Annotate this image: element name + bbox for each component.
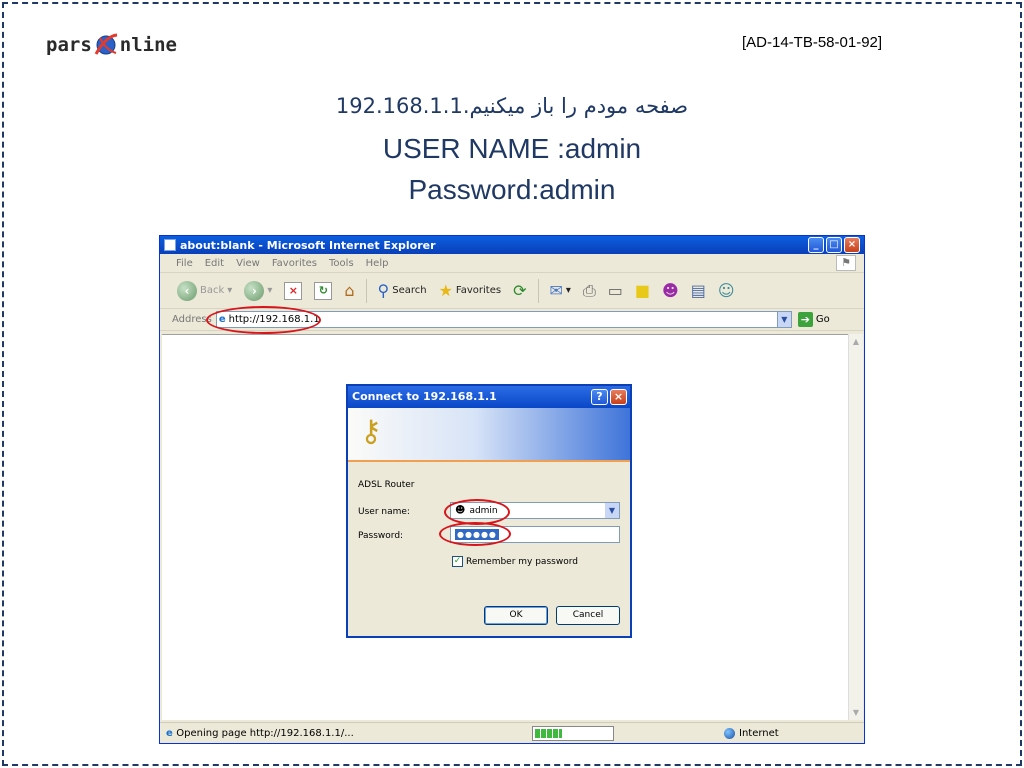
stop-icon: × xyxy=(284,281,303,300)
loading-progress xyxy=(532,725,614,741)
back-arrow-icon: ‹ xyxy=(177,280,197,301)
username-label: User name: xyxy=(358,507,410,517)
ie-page-icon: e xyxy=(166,727,177,739)
history-button[interactable]: ⟳ xyxy=(510,277,529,305)
toolbar-separator xyxy=(365,278,367,303)
menu-file[interactable]: File xyxy=(176,258,193,269)
realm-label: ADSL Router xyxy=(358,480,415,490)
dialog-close-button[interactable]: × xyxy=(610,389,627,405)
globe-icon xyxy=(724,727,735,739)
discuss-button[interactable]: ■ xyxy=(632,277,653,305)
search-button[interactable]: ⚲ Search xyxy=(375,277,430,305)
go-button[interactable]: ➔ Go xyxy=(797,312,830,327)
address-highlight-ellipse xyxy=(206,306,321,334)
mail-icon: ✉ xyxy=(549,280,563,300)
standard-toolbar: ‹ Back ▾ › ▾ × ↻ ⌂ ⚲ Search ★ Favorites … xyxy=(160,273,864,309)
checkmark-icon: ✓ xyxy=(452,556,463,567)
status-text: e Opening page http://192.168.1.1/... xyxy=(160,728,532,739)
research-button[interactable]: ▤ xyxy=(688,277,709,305)
refresh-button[interactable]: ↻ xyxy=(311,277,335,305)
status-bar: e Opening page http://192.168.1.1/... In… xyxy=(160,722,864,743)
help-button[interactable]: ? xyxy=(591,389,608,405)
security-zone: Internet xyxy=(724,727,779,739)
chevron-down-icon[interactable]: ▼ xyxy=(776,312,791,327)
contacts-icon: ☺ xyxy=(717,280,735,300)
chevron-down-icon: ▾ xyxy=(267,285,273,296)
research-icon: ▤ xyxy=(690,280,706,300)
favorites-label: Favorites xyxy=(455,285,502,296)
print-icon: ⎙ xyxy=(582,280,596,300)
go-label: Go xyxy=(815,314,830,325)
go-arrow-icon: ➔ xyxy=(797,312,813,327)
chevron-down-icon: ▾ xyxy=(565,285,571,296)
menu-bar: File Edit View Favorites Tools Help ⚑ xyxy=(160,254,864,273)
edit-button[interactable]: ▭ xyxy=(605,277,626,305)
dialog-titlebar: Connect to 192.168.1.1 ? × xyxy=(348,386,630,408)
menu-edit[interactable]: Edit xyxy=(205,258,224,269)
menu-help[interactable]: Help xyxy=(366,258,389,269)
home-icon: ⌂ xyxy=(344,280,355,300)
home-button[interactable]: ⌂ xyxy=(341,277,357,305)
menu-view[interactable]: View xyxy=(236,258,260,269)
instruction-username: USER NAME :admin xyxy=(382,133,642,164)
dialog-title: Connect to 192.168.1.1 xyxy=(352,390,497,403)
parsonline-logo: pars nline xyxy=(46,30,177,60)
instruction-persian: صفحه مودم را باز میکنیم.192.168.1.1 xyxy=(335,94,689,118)
forward-arrow-icon: › xyxy=(244,280,265,301)
messenger-button[interactable]: ☻ xyxy=(659,277,682,305)
password-label: Password: xyxy=(358,531,404,541)
back-button[interactable]: ‹ Back ▾ xyxy=(174,277,235,305)
instruction-password: Password:admin xyxy=(408,174,616,205)
dialog-body: ADSL Router User name: ☻ admin ▼ Passwor… xyxy=(348,462,630,640)
contacts-button[interactable]: ☺ xyxy=(715,277,738,305)
close-button[interactable]: × xyxy=(844,237,860,253)
print-button[interactable]: ⎙ xyxy=(580,277,599,305)
globe-logo-icon xyxy=(93,32,119,58)
back-label: Back xyxy=(200,285,225,296)
edit-icon: ▭ xyxy=(607,280,623,300)
menu-tools[interactable]: Tools xyxy=(329,258,354,269)
chevron-down-icon: ▾ xyxy=(227,285,233,296)
keys-icon: ⚷ xyxy=(360,414,382,449)
vertical-scrollbar[interactable]: ▲ ▼ xyxy=(848,334,863,720)
scroll-up-icon[interactable]: ▲ xyxy=(849,334,863,349)
minimize-button[interactable]: _ xyxy=(808,237,824,253)
history-icon: ⟳ xyxy=(513,280,527,300)
browser-titlebar: about:blank - Microsoft Internet Explore… xyxy=(160,236,864,254)
logo-text-left: pars xyxy=(46,34,92,56)
logo-text-right: nline xyxy=(119,34,177,56)
favorites-button[interactable]: ★ Favorites xyxy=(436,277,505,305)
status-message: Opening page http://192.168.1.1/... xyxy=(176,727,354,739)
browser-title: about:blank - Microsoft Internet Explore… xyxy=(180,238,436,252)
forward-button[interactable]: › ▾ xyxy=(241,277,275,305)
chevron-down-icon[interactable]: ▼ xyxy=(605,503,619,518)
star-icon: ★ xyxy=(438,280,453,300)
search-icon: ⚲ xyxy=(377,280,390,300)
note-icon: ■ xyxy=(634,280,650,300)
zone-label: Internet xyxy=(739,727,779,739)
password-highlight-ellipse xyxy=(439,522,511,546)
stop-button[interactable]: × xyxy=(281,277,305,305)
menu-favorites[interactable]: Favorites xyxy=(272,258,317,269)
ok-button[interactable]: OK xyxy=(484,606,548,625)
page-icon xyxy=(164,239,176,251)
toolbar-separator xyxy=(537,278,539,303)
windows-flag-icon: ⚑ xyxy=(836,255,856,271)
search-label: Search xyxy=(392,285,427,296)
cancel-button[interactable]: Cancel xyxy=(556,606,620,625)
remember-label: Remember my password xyxy=(466,556,578,567)
remember-password-checkbox[interactable]: ✓ Remember my password xyxy=(452,556,578,567)
messenger-icon: ☻ xyxy=(662,280,679,300)
maximize-button[interactable]: □ xyxy=(826,237,842,253)
dialog-banner: ⚷ xyxy=(348,408,630,462)
refresh-icon: ↻ xyxy=(314,281,333,300)
scroll-down-icon[interactable]: ▼ xyxy=(849,705,863,720)
progress-fill xyxy=(535,728,562,738)
document-code: [AD-14-TB-58-01-92] xyxy=(742,34,883,51)
mail-button[interactable]: ✉ ▾ xyxy=(547,277,574,305)
